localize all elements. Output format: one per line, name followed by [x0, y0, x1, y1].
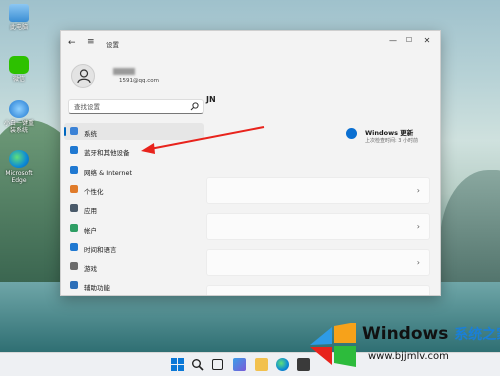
sidebar-item[interactable]: 帐户 — [64, 220, 204, 237]
sidebar-item-label: 网络 & Internet — [84, 168, 133, 177]
windows-update-icon — [346, 128, 357, 139]
settings-window: ← ≡ 设置 — ☐ ✕ 1591@qq.com 系统蓝牙和其他设备网络 & I… — [60, 30, 441, 296]
back-arrow-icon[interactable]: ← — [68, 38, 76, 48]
window-title: 设置 — [106, 41, 119, 49]
wechat-icon — [9, 56, 29, 74]
watermark: Windows 系统之家 www.bjjmlv.com — [300, 318, 500, 376]
taskbar-search-icon[interactable] — [191, 358, 204, 371]
desktop-icon-edge[interactable]: Microsoft Edge — [4, 150, 34, 184]
sidebar-item-label: 蓝牙和其他设备 — [84, 149, 130, 158]
chevron-right-icon: › — [416, 258, 420, 267]
profile-name-redacted — [113, 68, 135, 75]
desktop-icon-wechat[interactable]: 微信 — [4, 56, 34, 83]
gamepad-icon — [70, 262, 78, 271]
avatar[interactable] — [71, 64, 95, 88]
user-icon — [77, 69, 91, 84]
settings-card[interactable]: › — [206, 177, 430, 204]
chevron-right-icon: › — [417, 294, 420, 295]
sidebar-item-label: 游戏 — [84, 265, 97, 274]
system-icon — [70, 127, 78, 135]
wallpaper-hill-right — [440, 170, 500, 290]
title-bar: ← ≡ 设置 — ☐ ✕ — [61, 31, 440, 55]
search-input[interactable] — [74, 103, 184, 111]
sidebar-item[interactable]: 应用 — [64, 200, 204, 217]
wifi-icon — [70, 165, 78, 174]
reinstall-tool-icon — [9, 100, 29, 118]
windows-update-subtitle: 上次检查时间: 3 小时前 — [365, 138, 419, 144]
page-heading-fragment: JN — [206, 95, 216, 104]
computer-icon — [9, 4, 29, 22]
maximize-button[interactable]: ☐ — [403, 36, 415, 44]
minimize-button[interactable]: — — [387, 36, 399, 45]
windows-update-title[interactable]: Windows 更新 — [365, 127, 413, 137]
edge-icon — [9, 150, 29, 168]
sidebar-item-label: 个性化 — [84, 187, 104, 196]
search-box[interactable] — [68, 99, 204, 114]
chevron-right-icon: › — [416, 186, 420, 195]
sidebar-item[interactable]: 游戏 — [64, 258, 204, 275]
sidebar-item-label: 应用 — [84, 207, 97, 216]
selected-indicator — [64, 127, 66, 136]
bluetooth-icon — [70, 146, 78, 155]
sidebar-item-label: 帐户 — [84, 226, 97, 235]
sidebar-item[interactable]: 蓝牙和其他设备 — [64, 142, 204, 159]
sidebar-item-label: 系统 — [84, 130, 97, 138]
watermark-brand: Windows 系统之家 — [362, 324, 500, 344]
settings-card[interactable]: › — [206, 285, 430, 295]
desktop-icon-this-pc[interactable]: 此电脑 — [4, 4, 34, 31]
profile-email: 1591@qq.com — [119, 78, 159, 84]
accessibility-icon — [70, 281, 78, 290]
clock-globe-icon — [70, 242, 78, 251]
task-view-icon[interactable] — [212, 359, 223, 370]
sidebar-item[interactable]: 个性化 — [64, 181, 204, 198]
sidebar-item[interactable]: 时间和语言 — [64, 239, 204, 256]
settings-card[interactable]: › — [206, 213, 430, 240]
hamburger-menu-icon[interactable]: ≡ — [87, 37, 95, 47]
account-icon — [70, 223, 78, 232]
settings-card[interactable]: › — [206, 249, 430, 276]
apps-icon — [70, 204, 78, 213]
sidebar-item-label: 辅助功能 — [84, 284, 110, 293]
chevron-right-icon: › — [416, 222, 420, 231]
main-content: JN Windows 更新 上次检查时间: 3 小时前 › › › › — [206, 55, 440, 295]
brush-icon — [70, 184, 78, 193]
widgets-icon[interactable] — [233, 358, 246, 371]
sidebar-item[interactable]: 系统 — [64, 123, 204, 140]
desktop-icon-reinstall[interactable]: 小白一键重装系统 — [4, 100, 34, 134]
close-button[interactable]: ✕ — [421, 36, 433, 45]
search-icon[interactable] — [190, 102, 199, 111]
file-explorer-icon[interactable] — [255, 358, 268, 371]
sidebar-item-label: 时间和语言 — [84, 245, 117, 254]
edge-taskbar-icon[interactable] — [276, 358, 289, 371]
windows-logo-icon — [310, 323, 356, 367]
sidebar-item[interactable]: 网络 & Internet — [64, 162, 204, 179]
sidebar-item[interactable]: 辅助功能 — [64, 277, 204, 294]
watermark-url: www.bjjmlv.com — [368, 351, 449, 362]
start-windows-icon[interactable] — [171, 358, 184, 371]
